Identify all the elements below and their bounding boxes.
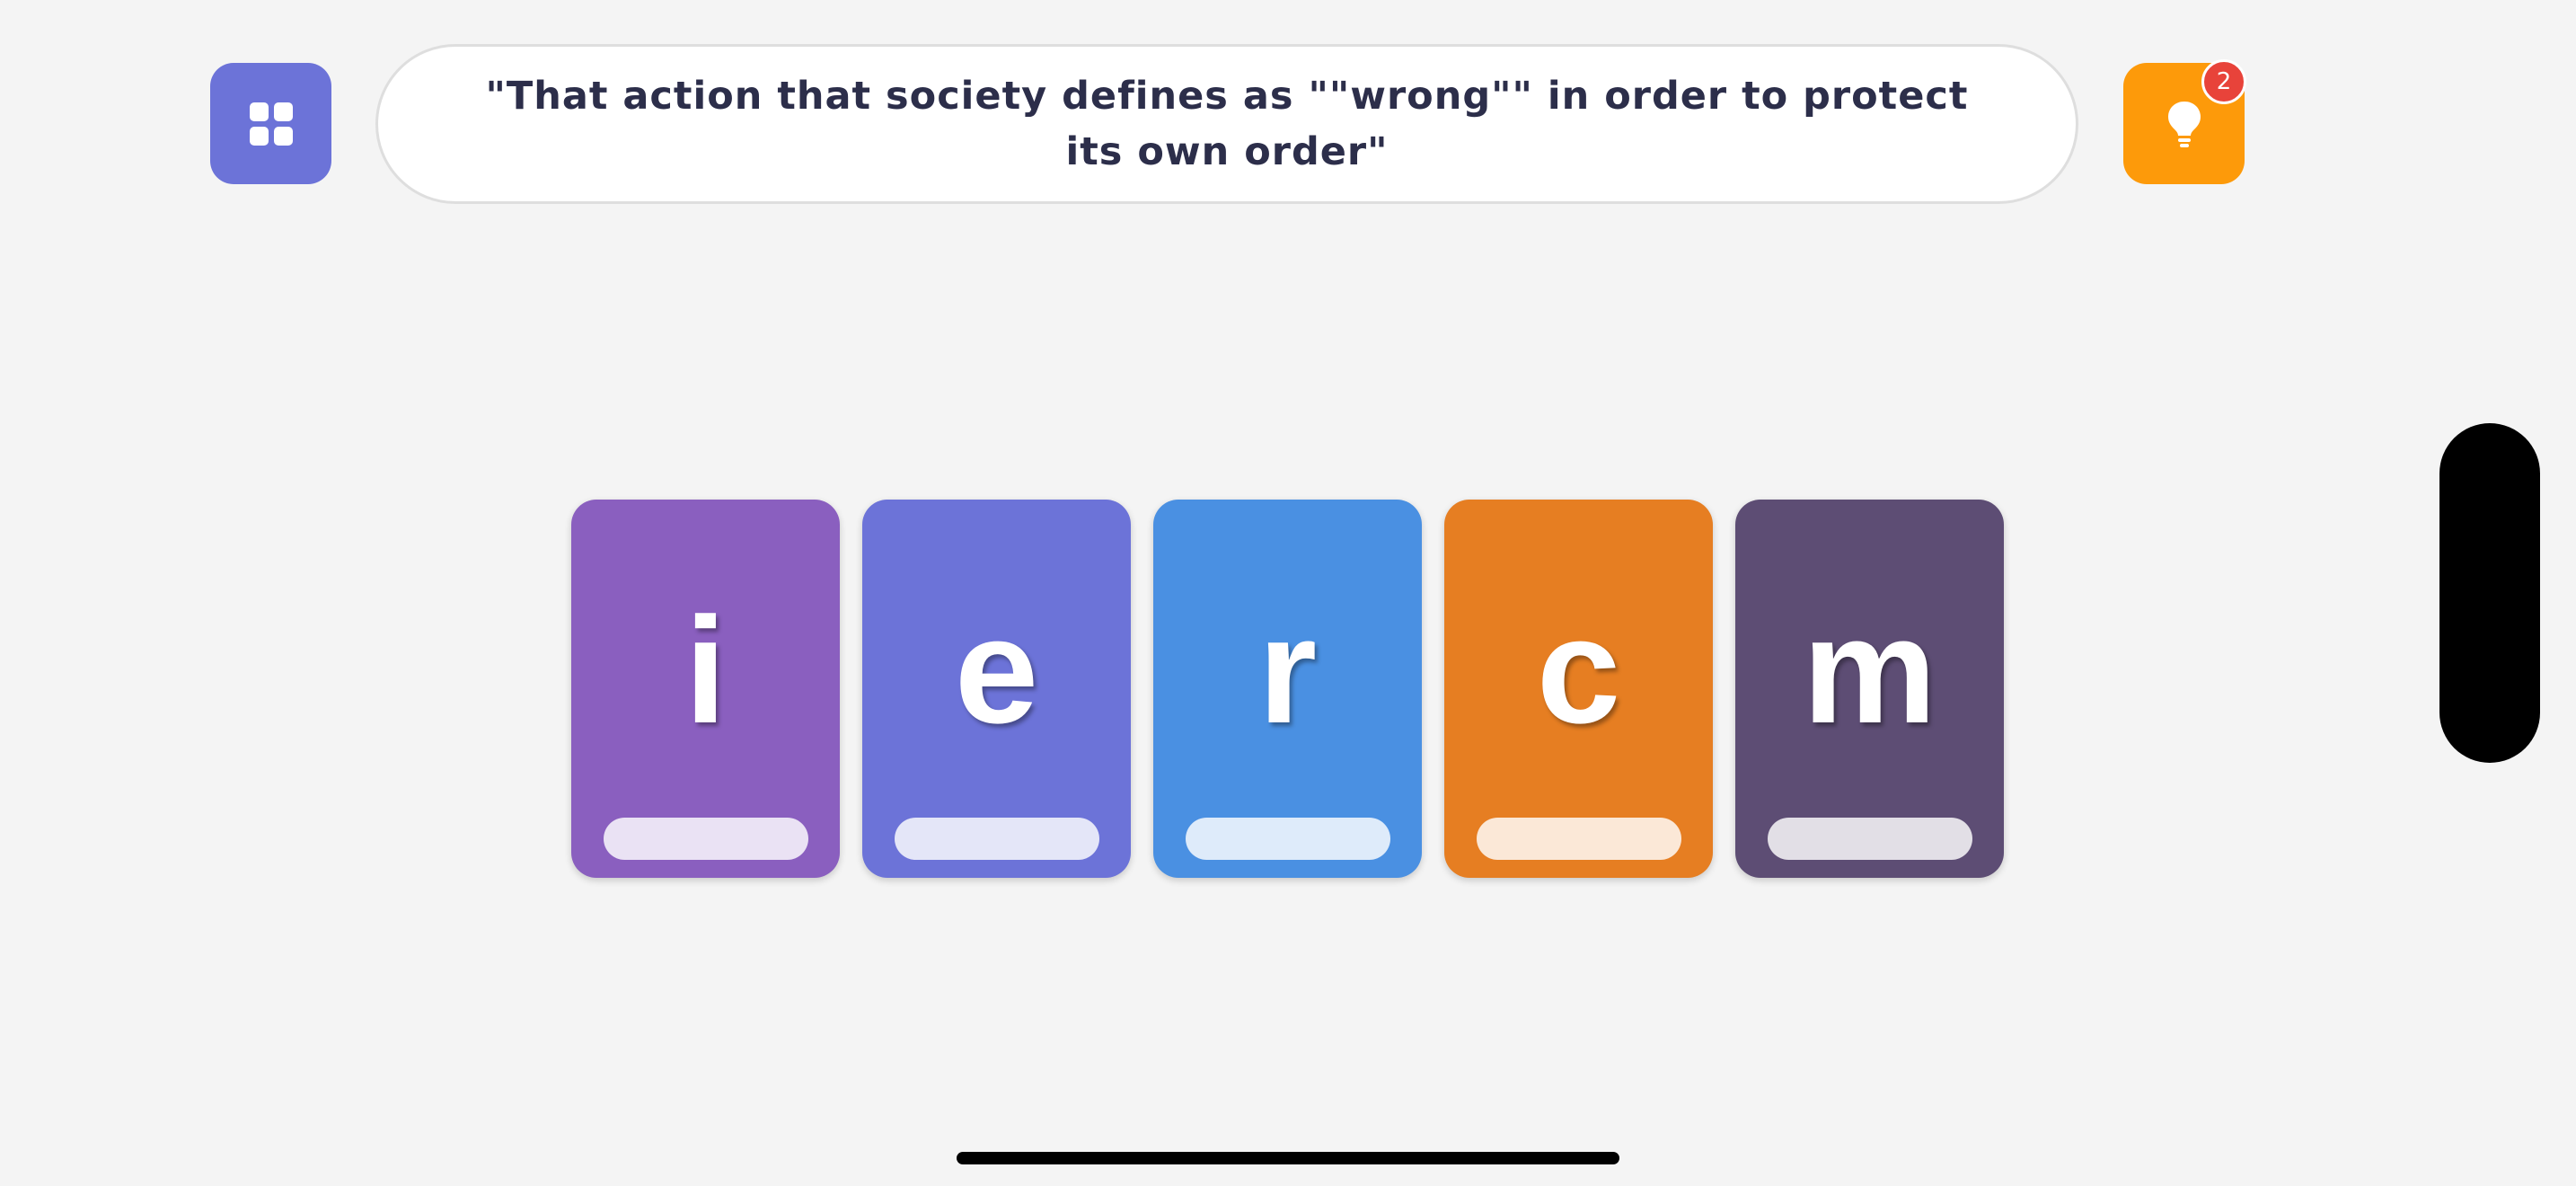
tile-letter: m [1802,586,1937,755]
letter-tile[interactable]: r [1153,500,1422,878]
tile-slot-bar [1186,818,1390,860]
tile-letter: r [1257,586,1318,755]
menu-button[interactable] [210,63,331,184]
tile-letter: e [954,586,1039,755]
lightbulb-icon [2167,101,2201,147]
tile-letter: c [1536,586,1621,755]
clue-text: "That action that society defines as ""w… [485,74,1969,174]
tile-slot-bar [604,818,808,860]
letter-tile[interactable]: m [1735,500,2004,878]
letter-tile[interactable]: i [571,500,840,878]
tile-letter: i [684,586,727,755]
tile-slot-bar [1768,818,1972,860]
hint-count-badge: 2 [2201,59,2246,104]
letter-tile[interactable]: e [862,500,1131,878]
tile-slot-bar [895,818,1099,860]
clue-box: "That action that society defines as ""w… [375,44,2078,204]
letter-tiles: i e r c m [571,500,2004,878]
tile-slot-bar [1477,818,1681,860]
letter-tile[interactable]: c [1444,500,1713,878]
grid-icon [249,102,293,146]
side-handle[interactable] [2439,423,2540,763]
home-indicator[interactable] [957,1152,1619,1164]
